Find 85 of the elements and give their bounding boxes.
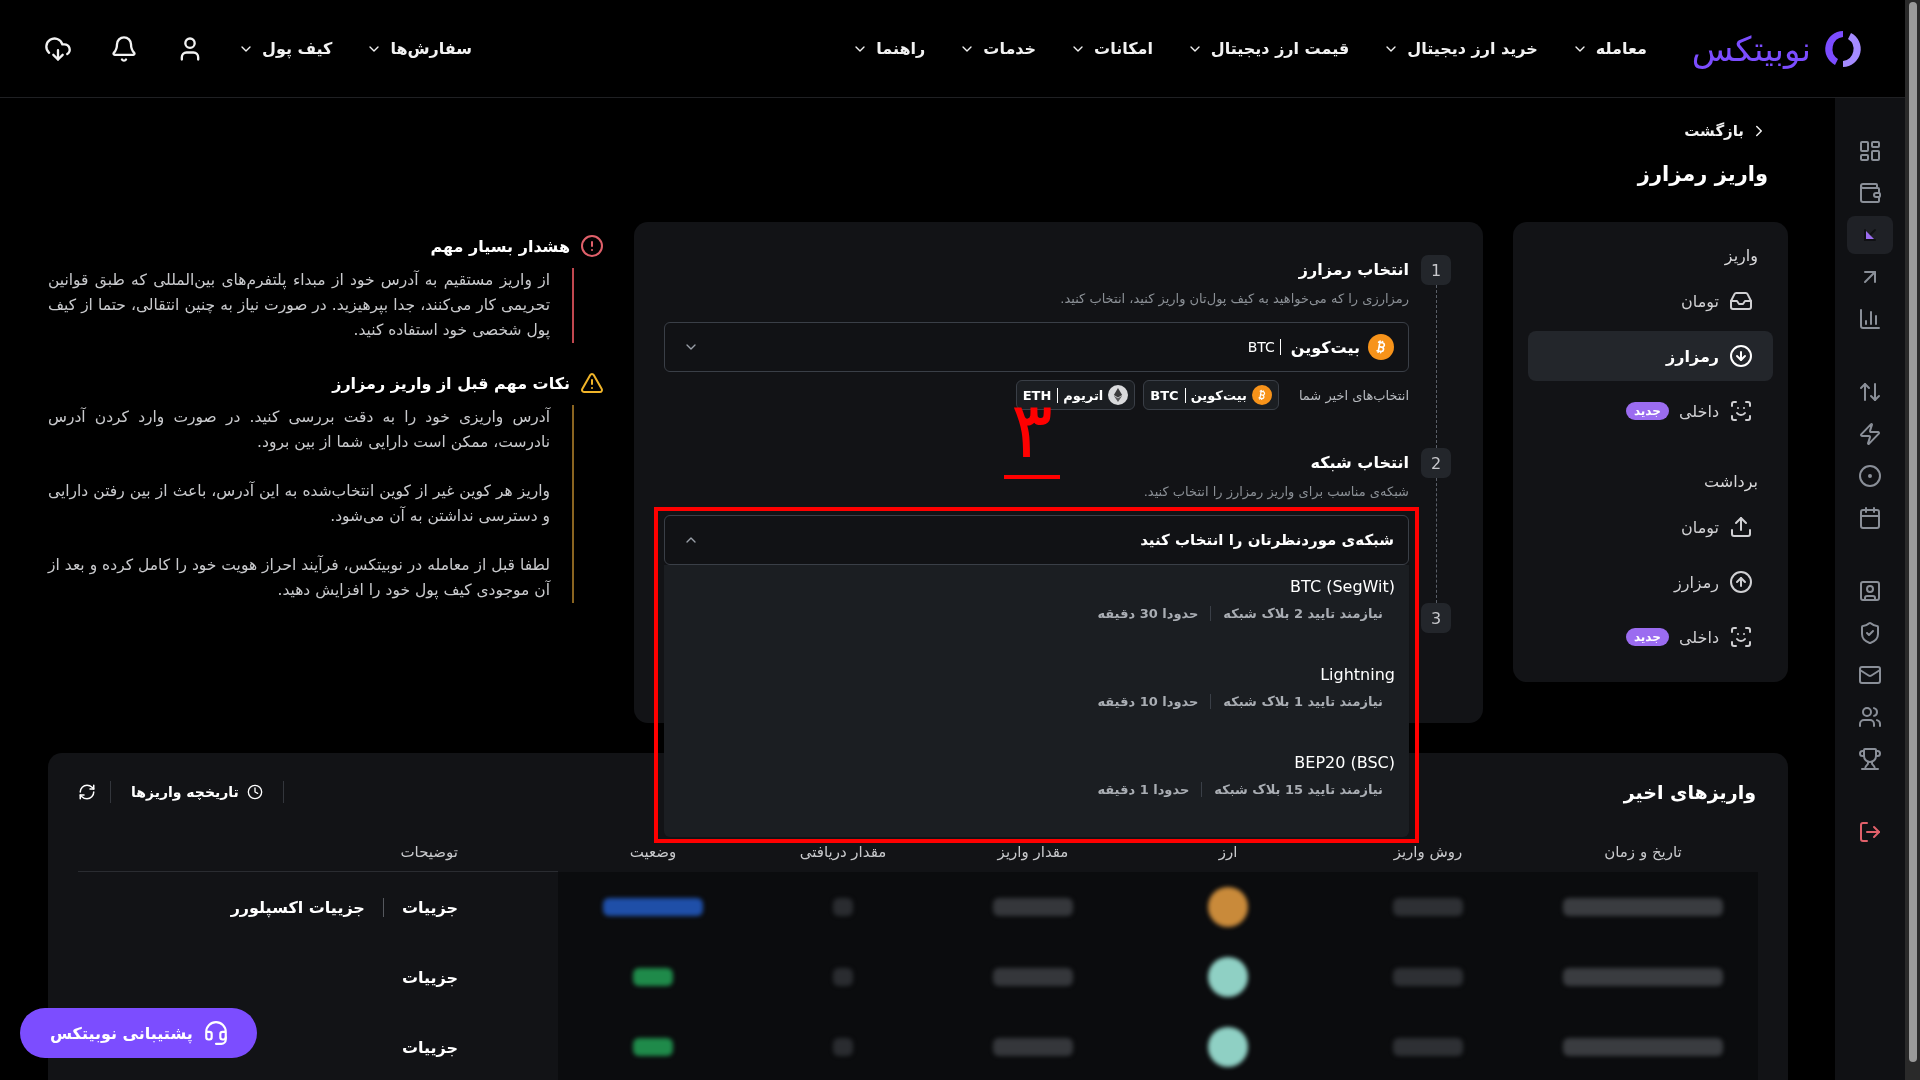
column-header: ارز [1217,842,1239,863]
warning-text: از واریز مستقیم به آدرس خود از مبداء پلتفرم‌های بین‌المللی که طبق قوانین تحریمی کار می‌کنند، جدا بپرهیزید. در صورت نیاز به چنین انتقالی، حتما از کیف پول شخصی خود استفاده کنید. [48,269,550,341]
warning-text: واریز هر کوین غیر از کوین انتخاب‌شده به این آدرس، باعث از بین رفتن دارایی و دسترسی نداشتن به آن می‌شود. [48,480,550,528]
sidebar-item[interactable]: رمزارز [1528,331,1773,381]
scan-icon [1729,625,1753,649]
step-number: 2 [1421,448,1451,478]
new-badge: جدید [1625,402,1669,420]
support-button[interactable]: پشتیبانی نوبیتکس [20,1008,257,1058]
details-link[interactable]: جزییات [382,897,458,917]
column-header: توضیحات [78,833,558,872]
sidebar-item[interactable]: تومان [1528,502,1773,552]
blurred-value [833,1038,853,1056]
alert-circle-icon [580,234,604,258]
column-header: روش واریز [1392,842,1464,863]
history-button[interactable]: تاریخچه واریزها [110,781,284,803]
refresh-icon [78,783,96,801]
sidebar-item[interactable]: رمزارز [1528,557,1773,607]
wallet-icon [1858,181,1882,205]
warning-title: نکات مهم قبل از واریز رمزارز [332,373,570,393]
section-title: برداشت [1703,471,1759,494]
tray-upload-icon [1729,515,1753,539]
sidebar-item[interactable]: داخلی جدید [1528,386,1773,436]
warning-text: آدرس واریزی خود را به دقت بررسی کنید. در صورت وارد کردن آدرس نادرست، ممکن است دارایی شما از بین برود. [48,406,550,453]
arrow-down-circle-icon [1729,344,1753,368]
page-title: واریز رمزارز [1636,162,1768,186]
column-header: تاریخ و زمان [1603,842,1683,863]
step-hint: شبکه‌ی مناسب برای واریز رمزارز را انتخاب کنید. [1142,484,1409,499]
bitcoin-icon [1368,334,1394,360]
details-link[interactable]: جزییات [401,1037,458,1057]
blurred-value [1393,968,1463,986]
arrow-up-circle-icon [1729,570,1753,594]
recent-label: انتخاب‌های اخیر شما [1298,387,1409,403]
scrollbar[interactable] [1905,0,1920,1080]
step-number: 1 [1421,255,1451,285]
select-field[interactable]: شبکه‌ی موردنظرتان را انتخاب کنید [664,515,1409,565]
logo-text: نوبیتکس [1691,28,1811,69]
trophy-icon [1858,747,1882,771]
section-title: واریزهای اخیر [1623,781,1756,803]
new-badge: جدید [1625,628,1669,646]
logout-icon [1858,820,1882,844]
cloud-download-icon [44,34,72,63]
ethereum-icon [1108,385,1129,405]
back-link[interactable]: بازگشت [1684,122,1768,140]
blurred-value [1393,898,1463,916]
nav-menu-item[interactable]: سفارش‌ها [366,33,473,64]
nav-menu-item[interactable]: راهنما [852,33,926,64]
profile-card-icon [1858,579,1882,603]
column-header: وضعیت [628,842,678,863]
warning-icon [580,371,604,395]
dashboard-icon [1858,139,1882,163]
warning-text: لطفا قبل از معامله در نوبیتکس، فرآیند احراز هویت خود را کامل کرده و بعد از آن موجودی کیف پول خود را افزایش دهید. [48,554,550,602]
column-header: مقدار واریز [996,842,1070,863]
swap-arrows-icon [1858,380,1882,404]
blurred-value [833,898,853,916]
users-icon [1858,705,1882,729]
nav-menu-item[interactable]: خدمات [959,33,1037,64]
mail-icon [1858,663,1882,687]
bitcoin-icon [1251,385,1272,405]
section-title: واریز [1723,245,1759,268]
step-title: انتخاب شبکه [1309,452,1409,474]
headset-icon [202,1020,229,1046]
step-title: انتخاب رمزارز [1297,259,1409,281]
sidebar-item[interactable]: داخلی جدید [1528,612,1773,662]
lightning-icon [1858,422,1882,446]
shield-check-icon [1858,621,1882,645]
step-number: 3 [1421,603,1451,633]
nav-menu-item[interactable]: امکانات [1070,33,1153,64]
warning-title: هشدار بسیار مهم [430,236,570,256]
blurred-value [1393,1038,1463,1056]
scan-icon [1729,399,1753,423]
nav-menu-item[interactable]: کیف پول [238,33,333,64]
bar-chart-icon [1858,307,1882,331]
tray-download-icon [1729,289,1753,313]
calendar-icon [1858,506,1882,530]
blurred-value [833,968,853,986]
nav-menu-item[interactable]: معامله [1571,33,1647,64]
clock-icon [246,784,263,800]
bell-icon [110,34,138,63]
details-link[interactable]: جزییات اکسپلورر [230,897,365,917]
nav-menu-item[interactable]: خرید ارز دیجیتال [1383,33,1538,64]
column-header: مقدار دریافتی [798,842,888,863]
nav-menu-item[interactable]: قیمت ارز دیجیتال [1186,33,1350,64]
step-hint: رمزارزی را که می‌خواهید به کیف پول‌تان واریز کنید، انتخاب کنید. [1059,291,1409,306]
sidebar-item[interactable]: تومان [1528,276,1773,326]
details-link[interactable]: جزییات [401,967,458,987]
